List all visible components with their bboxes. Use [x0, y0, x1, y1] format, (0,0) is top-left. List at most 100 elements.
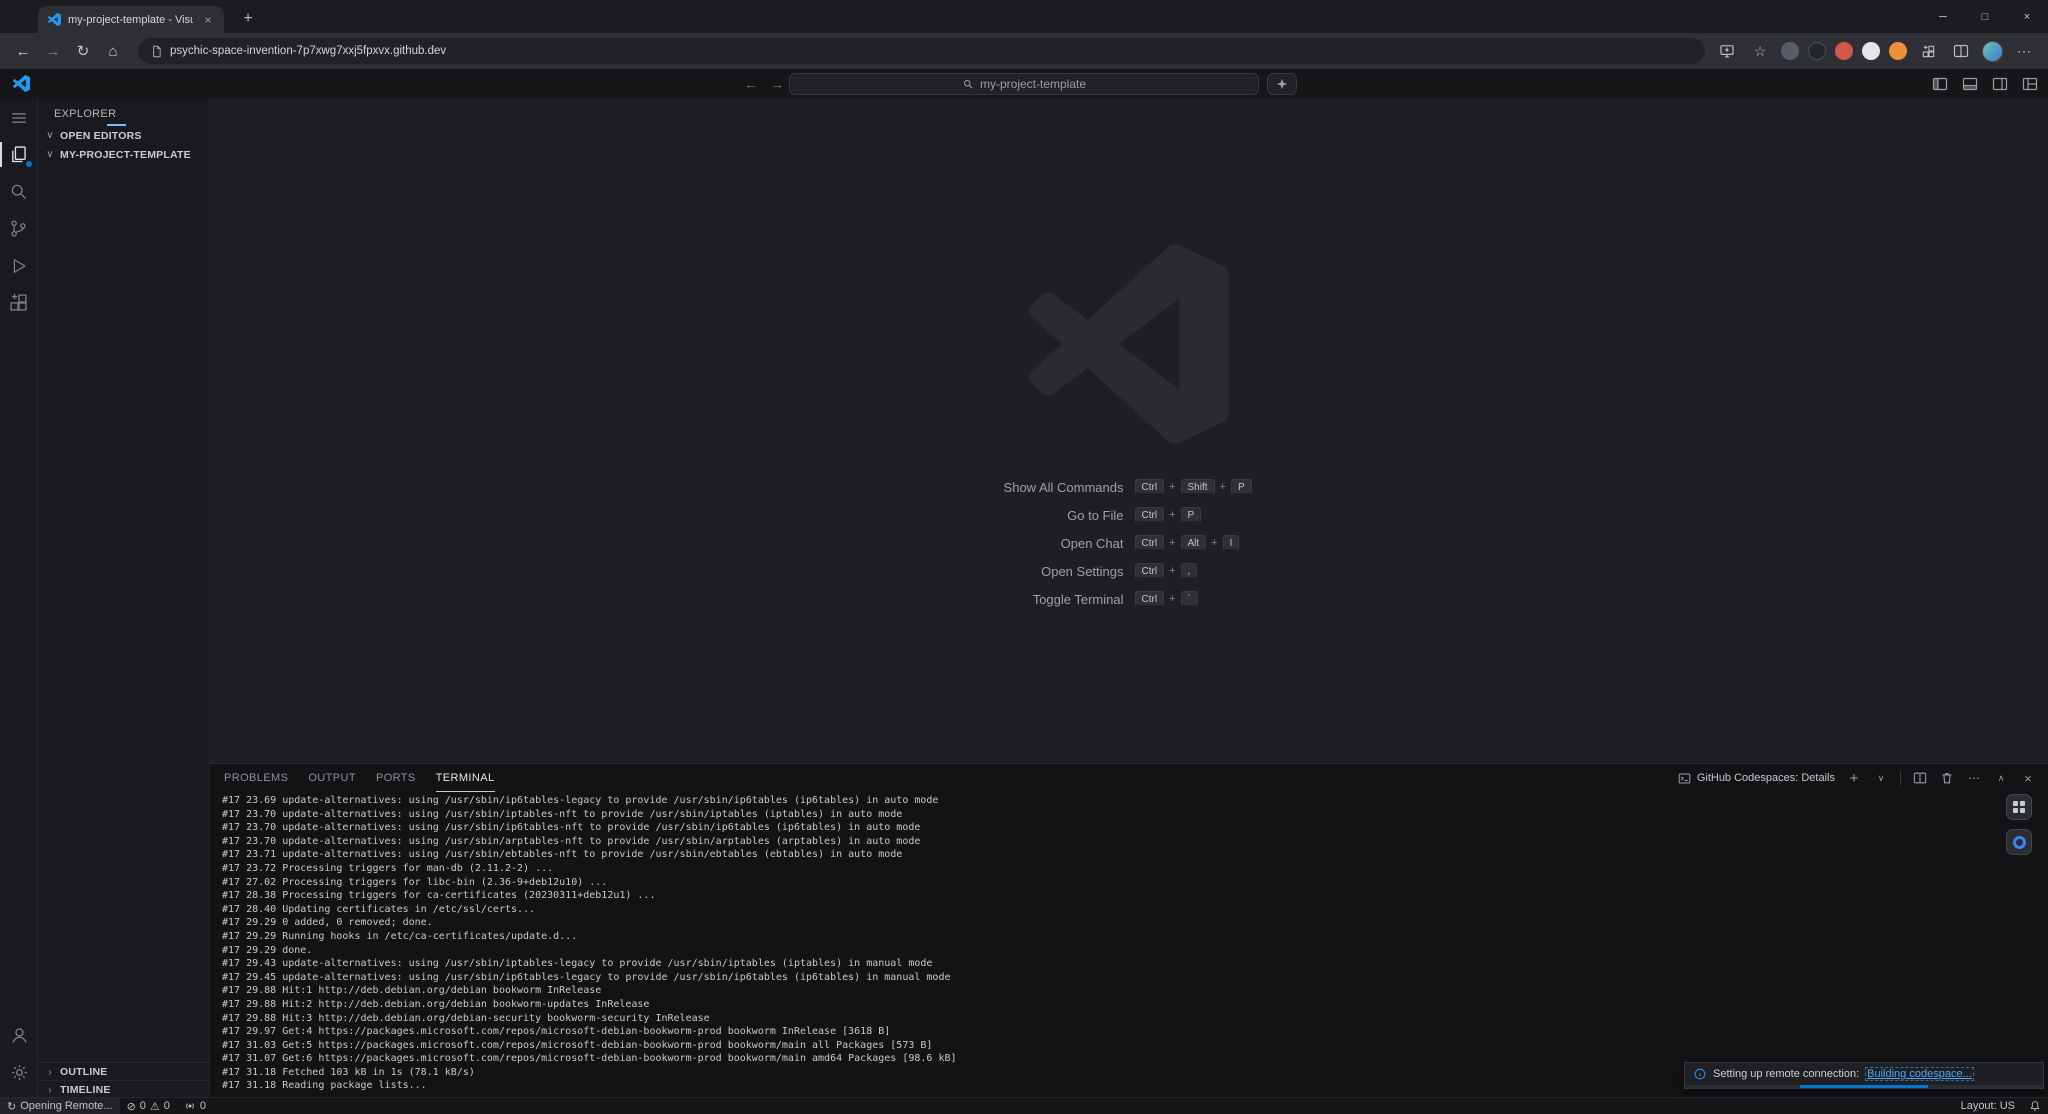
panel-tabs: PROBLEMS OUTPUT PORTS TERMINAL: [224, 764, 495, 792]
extensions-icon[interactable]: [0, 284, 38, 321]
explorer-icon[interactable]: [0, 136, 38, 173]
browser-forward-button[interactable]: →: [38, 37, 68, 65]
window-controls: ─ □ ×: [1922, 0, 2048, 33]
extension-icon-5[interactable]: [1889, 42, 1907, 60]
outline-section[interactable]: › OUTLINE: [38, 1062, 210, 1081]
error-count: 0: [140, 1100, 146, 1112]
terminal-dropdown-icon[interactable]: ∨: [1873, 770, 1889, 786]
ports-status-item[interactable]: 0: [177, 1098, 213, 1114]
problems-status-item[interactable]: ⊘ 0 ⚠ 0: [120, 1098, 177, 1114]
shortcut-keys: Ctrl+Shift+P: [1135, 479, 1425, 496]
warning-icon: ⚠: [150, 1100, 160, 1113]
chevron-down-icon: ∨: [44, 130, 56, 141]
editor-forward-button[interactable]: →: [770, 69, 784, 99]
tab-ports[interactable]: PORTS: [376, 764, 416, 792]
sparkle-icon: [1276, 78, 1288, 90]
site-info-icon[interactable]: [150, 45, 163, 58]
browser-tab[interactable]: my-project-template - Visual S ×: [38, 6, 224, 33]
shortcut-row: Go to File Ctrl+P: [210, 501, 2048, 529]
source-control-icon[interactable]: [0, 210, 38, 247]
error-icon: ⊘: [127, 1100, 136, 1113]
tab-output[interactable]: OUTPUT: [308, 764, 356, 792]
tab-close-icon[interactable]: ×: [200, 12, 216, 28]
install-app-icon[interactable]: [1715, 39, 1739, 63]
ports-count: 0: [200, 1100, 206, 1112]
key: P: [1231, 479, 1252, 496]
menu-icon[interactable]: [0, 99, 38, 136]
browser-refresh-button[interactable]: ↻: [68, 37, 98, 65]
profile-avatar[interactable]: [1982, 41, 2003, 62]
tab-problems[interactable]: PROBLEMS: [224, 764, 288, 792]
extensions-menu-icon[interactable]: [1916, 39, 1940, 63]
key: I: [1223, 535, 1240, 552]
vscode-watermark-logo: [1029, 244, 1229, 444]
settings-gear-icon[interactable]: [0, 1054, 38, 1091]
project-folder-section[interactable]: ∨ MY-PROJECT-TEMPLATE: [38, 145, 210, 164]
building-codespace-link[interactable]: Building codespace...: [1866, 1068, 1973, 1080]
extension-icon-2[interactable]: [1808, 42, 1826, 60]
copilot-widget-button[interactable]: [2006, 829, 2032, 855]
split-terminal-icon[interactable]: [1912, 770, 1928, 786]
shortcut-row: Open Settings Ctrl+,: [210, 557, 2048, 585]
codespaces-widget-button[interactable]: [2006, 794, 2032, 820]
remote-status-label: Opening Remote...: [20, 1100, 112, 1112]
kill-terminal-icon[interactable]: [1939, 770, 1955, 786]
notification-toast: Setting up remote connection: Building c…: [1684, 1062, 2044, 1089]
terminal-output[interactable]: #17 23.69 update-alternatives: using /us…: [222, 794, 2008, 1095]
url-field[interactable]: psychic-space-invention-7p7xwg7xxj5fpxvx…: [138, 38, 1705, 64]
explorer-sidebar: EXPLORER ∨ OPEN EDITORS ∨ MY-PROJECT-TEM…: [38, 99, 210, 1097]
close-panel-icon[interactable]: ×: [2020, 770, 2036, 786]
shortcut-label: Toggle Terminal: [834, 592, 1124, 607]
activity-bar: [0, 99, 38, 1097]
keyboard-shortcuts-hints: Show All Commands Ctrl+Shift+P Go to Fil…: [210, 473, 2048, 613]
browser-menu-icon[interactable]: ⋯: [2012, 39, 2036, 63]
notification-progress: [1685, 1085, 2043, 1088]
toggle-secondary-sidebar-icon[interactable]: [1992, 76, 2008, 92]
shortcut-row: Open Chat Ctrl+Alt+I: [210, 529, 2048, 557]
grid-icon: [2013, 801, 2025, 813]
customize-layout-icon[interactable]: [2022, 76, 2038, 92]
browser-back-button[interactable]: ←: [8, 37, 38, 65]
key: Ctrl: [1135, 591, 1165, 608]
project-folder-label: MY-PROJECT-TEMPLATE: [60, 149, 191, 161]
new-terminal-icon[interactable]: +: [1846, 770, 1862, 786]
screen: my-project-template - Visual S × + ─ □ ×…: [0, 0, 2048, 1114]
terminal-session-tab[interactable]: GitHub Codespaces: Details: [1678, 772, 1835, 785]
key: ,: [1181, 563, 1198, 580]
url-text: psychic-space-invention-7p7xwg7xxj5fpxvx…: [170, 45, 446, 57]
key: Ctrl: [1135, 563, 1165, 580]
browser-home-button[interactable]: ⌂: [98, 37, 128, 65]
run-debug-icon[interactable]: [0, 247, 38, 284]
split-screen-icon[interactable]: [1949, 39, 1973, 63]
key: Ctrl: [1135, 507, 1165, 524]
window-maximize-button[interactable]: □: [1964, 0, 2006, 33]
favorites-star-icon[interactable]: ☆: [1748, 39, 1772, 63]
window-minimize-button[interactable]: ─: [1922, 0, 1964, 33]
shortcut-label: Open Settings: [834, 564, 1124, 579]
window-close-button[interactable]: ×: [2006, 0, 2048, 33]
spinner-icon: ↻: [7, 1100, 16, 1113]
remote-status-item[interactable]: ↻ Opening Remote...: [0, 1098, 120, 1114]
extension-icon-3[interactable]: [1835, 42, 1853, 60]
keyboard-layout-item[interactable]: Layout: US: [1954, 1098, 2022, 1114]
extension-icon-1[interactable]: [1781, 42, 1799, 60]
command-center-search[interactable]: my-project-template: [789, 73, 1259, 95]
search-icon-activity[interactable]: [0, 173, 38, 210]
browser-address-bar: ← → ↻ ⌂ psychic-space-invention-7p7xwg7x…: [0, 33, 2048, 69]
panel-more-icon[interactable]: ⋯: [1966, 770, 1982, 786]
tab-terminal[interactable]: TERMINAL: [436, 764, 495, 792]
new-tab-button[interactable]: +: [236, 7, 260, 31]
outline-label: OUTLINE: [60, 1066, 107, 1078]
copilot-button[interactable]: [1267, 73, 1297, 95]
account-icon[interactable]: [0, 1017, 38, 1054]
extension-icon-4[interactable]: [1862, 42, 1880, 60]
command-center-text: my-project-template: [980, 77, 1086, 91]
toggle-panel-icon[interactable]: [1962, 76, 1978, 92]
toggle-sidebar-icon[interactable]: [1932, 76, 1948, 92]
maximize-panel-icon[interactable]: ∧: [1993, 770, 2009, 786]
shortcut-row: Toggle Terminal Ctrl+`: [210, 585, 2048, 613]
open-editors-section[interactable]: ∨ OPEN EDITORS: [38, 126, 210, 145]
editor-back-button[interactable]: ←: [744, 69, 758, 99]
panel-actions: GitHub Codespaces: Details + ∨ ⋯ ∧ ×: [1678, 764, 2036, 792]
notifications-bell-item[interactable]: [2022, 1098, 2048, 1114]
